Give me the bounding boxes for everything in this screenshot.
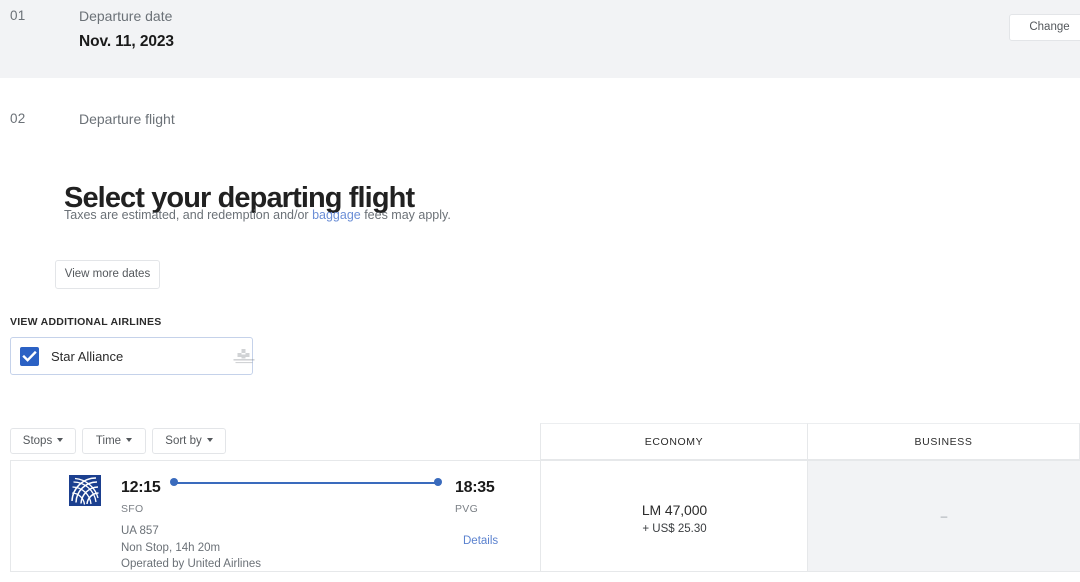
filter-stops-label: Stops [22, 435, 53, 447]
column-header-economy: ECONOMY [540, 423, 807, 459]
departure-date-step-band: 01 Departure date Nov. 11, 2023 Change [0, 0, 1080, 78]
step-label-departure-flight: Departure flight [79, 111, 175, 127]
filter-stops-button[interactable]: Stops [10, 428, 76, 454]
business-fare-cell: – [808, 461, 1080, 571]
baggage-link[interactable]: baggage [312, 208, 361, 222]
filter-sort-by-label: Sort by [165, 435, 202, 447]
departure-date-value: Nov. 11, 2023 [79, 33, 174, 50]
chevron-down-icon [126, 437, 133, 442]
disclaimer-text-after: fees may apply. [360, 208, 451, 222]
stops-and-duration: Non Stop, 14h 20m [121, 541, 221, 554]
filter-sort-by-button[interactable]: Sort by [152, 428, 226, 454]
business-unavailable-dash: – [940, 509, 948, 523]
flight-result-row[interactable]: 12:15 SFO 18:35 PVG UA 857 Non Stop, 14h… [10, 460, 1080, 572]
united-airlines-globe-icon [69, 475, 101, 506]
arrival-time: 18:35 [455, 479, 495, 496]
step-label-departure-date: Departure date [79, 8, 173, 24]
operated-by: Operated by United Airlines [121, 558, 261, 570]
filter-time-label: Time [95, 435, 122, 447]
chevron-down-icon [206, 437, 213, 442]
filter-time-button[interactable]: Time [82, 428, 146, 454]
airline-filter-star-alliance[interactable]: Star Alliance [10, 337, 255, 375]
departure-time: 12:15 [121, 479, 161, 496]
flight-number: UA 857 [121, 525, 159, 537]
arrival-airport-code: PVG [455, 503, 479, 515]
view-additional-airlines-heading: VIEW ADDITIONAL AIRLINES [10, 316, 162, 328]
view-more-dates-button[interactable]: View more dates [55, 260, 160, 289]
chevron-down-icon [57, 437, 64, 442]
star-alliance-label: Star Alliance [51, 349, 124, 364]
economy-price[interactable]: LM 47,000 [541, 502, 808, 518]
step-number-02: 02 [10, 111, 26, 126]
column-header-business: BUSINESS [807, 423, 1080, 459]
route-destination-dot-icon [434, 478, 442, 486]
star-alliance-logo-icon [233, 348, 255, 366]
route-origin-dot-icon [170, 478, 178, 486]
step-number-01: 01 [10, 8, 26, 23]
departure-airport-code: SFO [121, 503, 144, 515]
flight-meta: UA 857 Non Stop, 14h 20m Operated by Uni… [121, 523, 261, 573]
taxes-disclaimer: Taxes are estimated, and redemption and/… [64, 208, 451, 222]
economy-tax: + US$ 25.30 [642, 523, 707, 535]
change-date-button[interactable]: Change [1009, 14, 1080, 41]
star-alliance-checkbox[interactable] [20, 347, 39, 366]
route-line [174, 481, 439, 484]
flight-details-link[interactable]: Details [463, 535, 498, 547]
disclaimer-text-before: Taxes are estimated, and redemption and/… [64, 208, 313, 222]
